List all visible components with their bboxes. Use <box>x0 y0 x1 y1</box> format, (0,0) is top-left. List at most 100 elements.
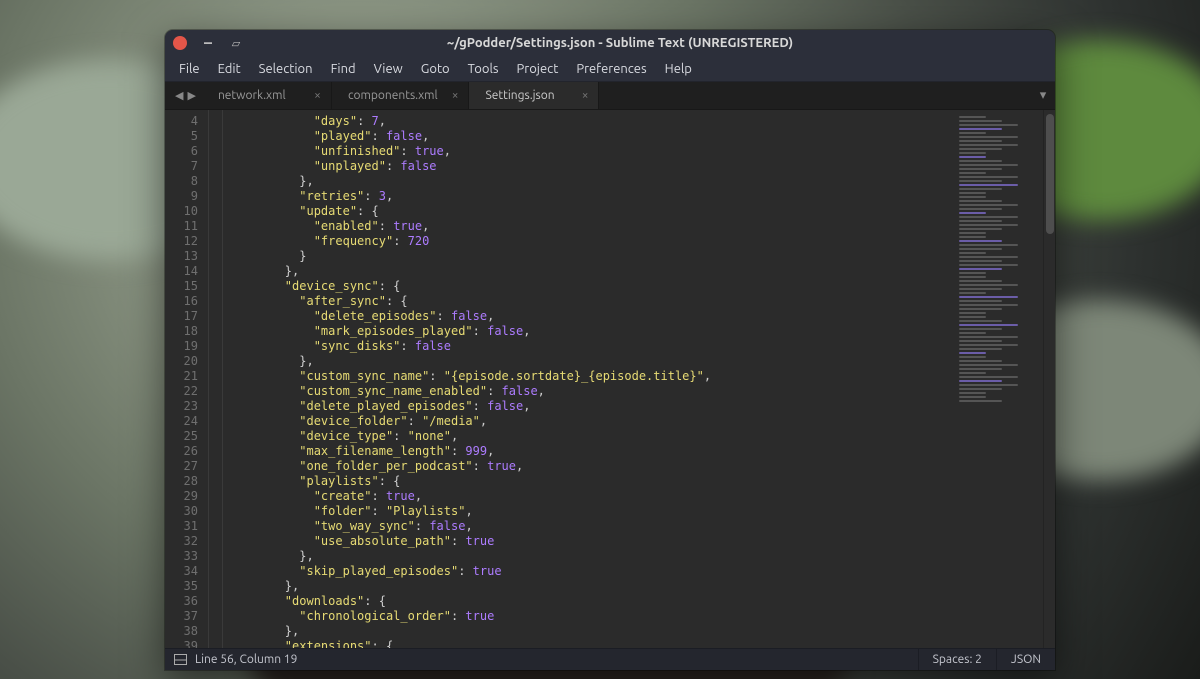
line-number[interactable]: 18 <box>165 324 198 339</box>
code-line[interactable]: "chronological_order": true <box>227 609 953 624</box>
line-number[interactable]: 26 <box>165 444 198 459</box>
code-line[interactable]: "days": 7, <box>227 114 953 129</box>
line-number[interactable]: 8 <box>165 174 198 189</box>
tab-network-xml[interactable]: network.xml× <box>202 82 332 109</box>
tab-close-icon[interactable]: × <box>300 89 321 102</box>
line-number-gutter[interactable]: 4567891011121314151617181920212223242526… <box>165 110 209 648</box>
line-number[interactable]: 28 <box>165 474 198 489</box>
line-number[interactable]: 33 <box>165 549 198 564</box>
window-maximize-button[interactable]: ▱ <box>229 36 243 50</box>
code-line[interactable]: "playlists": { <box>227 474 953 489</box>
line-number[interactable]: 17 <box>165 309 198 324</box>
code-line[interactable]: }, <box>227 624 953 639</box>
code-line[interactable]: "use_absolute_path": true <box>227 534 953 549</box>
titlebar[interactable]: – ▱ ~/gPodder/Settings.json - Sublime Te… <box>165 30 1055 56</box>
tab-settings-json[interactable]: Settings.json× <box>469 82 599 109</box>
code-line[interactable]: "delete_episodes": false, <box>227 309 953 324</box>
code-line[interactable]: "one_folder_per_podcast": true, <box>227 459 953 474</box>
menu-edit[interactable]: Edit <box>210 59 249 79</box>
line-number[interactable]: 21 <box>165 369 198 384</box>
code-line[interactable]: }, <box>227 264 953 279</box>
code-line[interactable]: "enabled": true, <box>227 219 953 234</box>
line-number[interactable]: 16 <box>165 294 198 309</box>
status-position[interactable]: Line 56, Column 19 <box>195 653 297 666</box>
code-line[interactable]: "after_sync": { <box>227 294 953 309</box>
menu-preferences[interactable]: Preferences <box>568 59 654 79</box>
code-line[interactable]: "downloads": { <box>227 594 953 609</box>
panel-switch-icon[interactable] <box>171 651 189 669</box>
tab-history-back-icon[interactable]: ◀ <box>173 89 185 102</box>
code-line[interactable]: "create": true, <box>227 489 953 504</box>
code-line[interactable]: "device_folder": "/media", <box>227 414 953 429</box>
line-number[interactable]: 7 <box>165 159 198 174</box>
code-line[interactable]: "skip_played_episodes": true <box>227 564 953 579</box>
line-number[interactable]: 4 <box>165 114 198 129</box>
menu-file[interactable]: File <box>171 59 208 79</box>
code-area[interactable]: "days": 7, "played": false, "unfinished"… <box>223 110 953 648</box>
line-number[interactable]: 29 <box>165 489 198 504</box>
code-line[interactable]: "frequency": 720 <box>227 234 953 249</box>
line-number[interactable]: 12 <box>165 234 198 249</box>
tab-components-xml[interactable]: components.xml× <box>332 82 470 109</box>
code-line[interactable]: "device_type": "none", <box>227 429 953 444</box>
line-number[interactable]: 31 <box>165 519 198 534</box>
line-number[interactable]: 22 <box>165 384 198 399</box>
fold-gutter[interactable] <box>209 110 223 648</box>
line-number[interactable]: 11 <box>165 219 198 234</box>
status-indent[interactable]: Spaces: 2 <box>918 649 996 670</box>
line-number[interactable]: 23 <box>165 399 198 414</box>
line-number[interactable]: 13 <box>165 249 198 264</box>
code-line[interactable]: "custom_sync_name_enabled": false, <box>227 384 953 399</box>
line-number[interactable]: 39 <box>165 639 198 648</box>
window-minimize-button[interactable]: – <box>201 36 215 50</box>
code-line[interactable]: "unfinished": true, <box>227 144 953 159</box>
code-line[interactable]: "sync_disks": false <box>227 339 953 354</box>
code-line[interactable]: }, <box>227 549 953 564</box>
code-line[interactable]: "delete_played_episodes": false, <box>227 399 953 414</box>
line-number[interactable]: 30 <box>165 504 198 519</box>
menu-find[interactable]: Find <box>323 59 364 79</box>
code-line[interactable]: }, <box>227 354 953 369</box>
tab-close-icon[interactable]: × <box>568 89 589 102</box>
window-close-button[interactable] <box>173 36 187 50</box>
line-number[interactable]: 35 <box>165 579 198 594</box>
line-number[interactable]: 6 <box>165 144 198 159</box>
line-number[interactable]: 27 <box>165 459 198 474</box>
code-line[interactable]: }, <box>227 579 953 594</box>
menu-view[interactable]: View <box>366 59 411 79</box>
line-number[interactable]: 25 <box>165 429 198 444</box>
code-line[interactable]: "mark_episodes_played": false, <box>227 324 953 339</box>
code-line[interactable]: } <box>227 249 953 264</box>
status-syntax[interactable]: JSON <box>996 649 1055 670</box>
menu-project[interactable]: Project <box>509 59 567 79</box>
code-line[interactable]: "extensions": { <box>227 639 953 648</box>
line-number[interactable]: 32 <box>165 534 198 549</box>
code-line[interactable]: "device_sync": { <box>227 279 953 294</box>
code-line[interactable]: "retries": 3, <box>227 189 953 204</box>
line-number[interactable]: 19 <box>165 339 198 354</box>
menu-tools[interactable]: Tools <box>460 59 507 79</box>
menu-help[interactable]: Help <box>657 59 700 79</box>
line-number[interactable]: 34 <box>165 564 198 579</box>
menu-goto[interactable]: Goto <box>413 59 458 79</box>
code-line[interactable]: "played": false, <box>227 129 953 144</box>
line-number[interactable]: 20 <box>165 354 198 369</box>
code-line[interactable]: "folder": "Playlists", <box>227 504 953 519</box>
code-line[interactable]: "max_filename_length": 999, <box>227 444 953 459</box>
line-number[interactable]: 36 <box>165 594 198 609</box>
line-number[interactable]: 5 <box>165 129 198 144</box>
tab-overflow-button[interactable]: ▾ <box>1031 82 1055 109</box>
code-line[interactable]: "two_way_sync": false, <box>227 519 953 534</box>
line-number[interactable]: 15 <box>165 279 198 294</box>
code-line[interactable]: "update": { <box>227 204 953 219</box>
menu-selection[interactable]: Selection <box>251 59 321 79</box>
code-line[interactable]: }, <box>227 174 953 189</box>
minimap[interactable] <box>953 110 1043 648</box>
scrollbar-thumb[interactable] <box>1046 114 1054 234</box>
tab-history-forward-icon[interactable]: ▶ <box>185 89 197 102</box>
vertical-scrollbar[interactable] <box>1043 110 1055 648</box>
code-line[interactable]: "unplayed": false <box>227 159 953 174</box>
tab-close-icon[interactable]: × <box>438 89 459 102</box>
line-number[interactable]: 14 <box>165 264 198 279</box>
line-number[interactable]: 9 <box>165 189 198 204</box>
